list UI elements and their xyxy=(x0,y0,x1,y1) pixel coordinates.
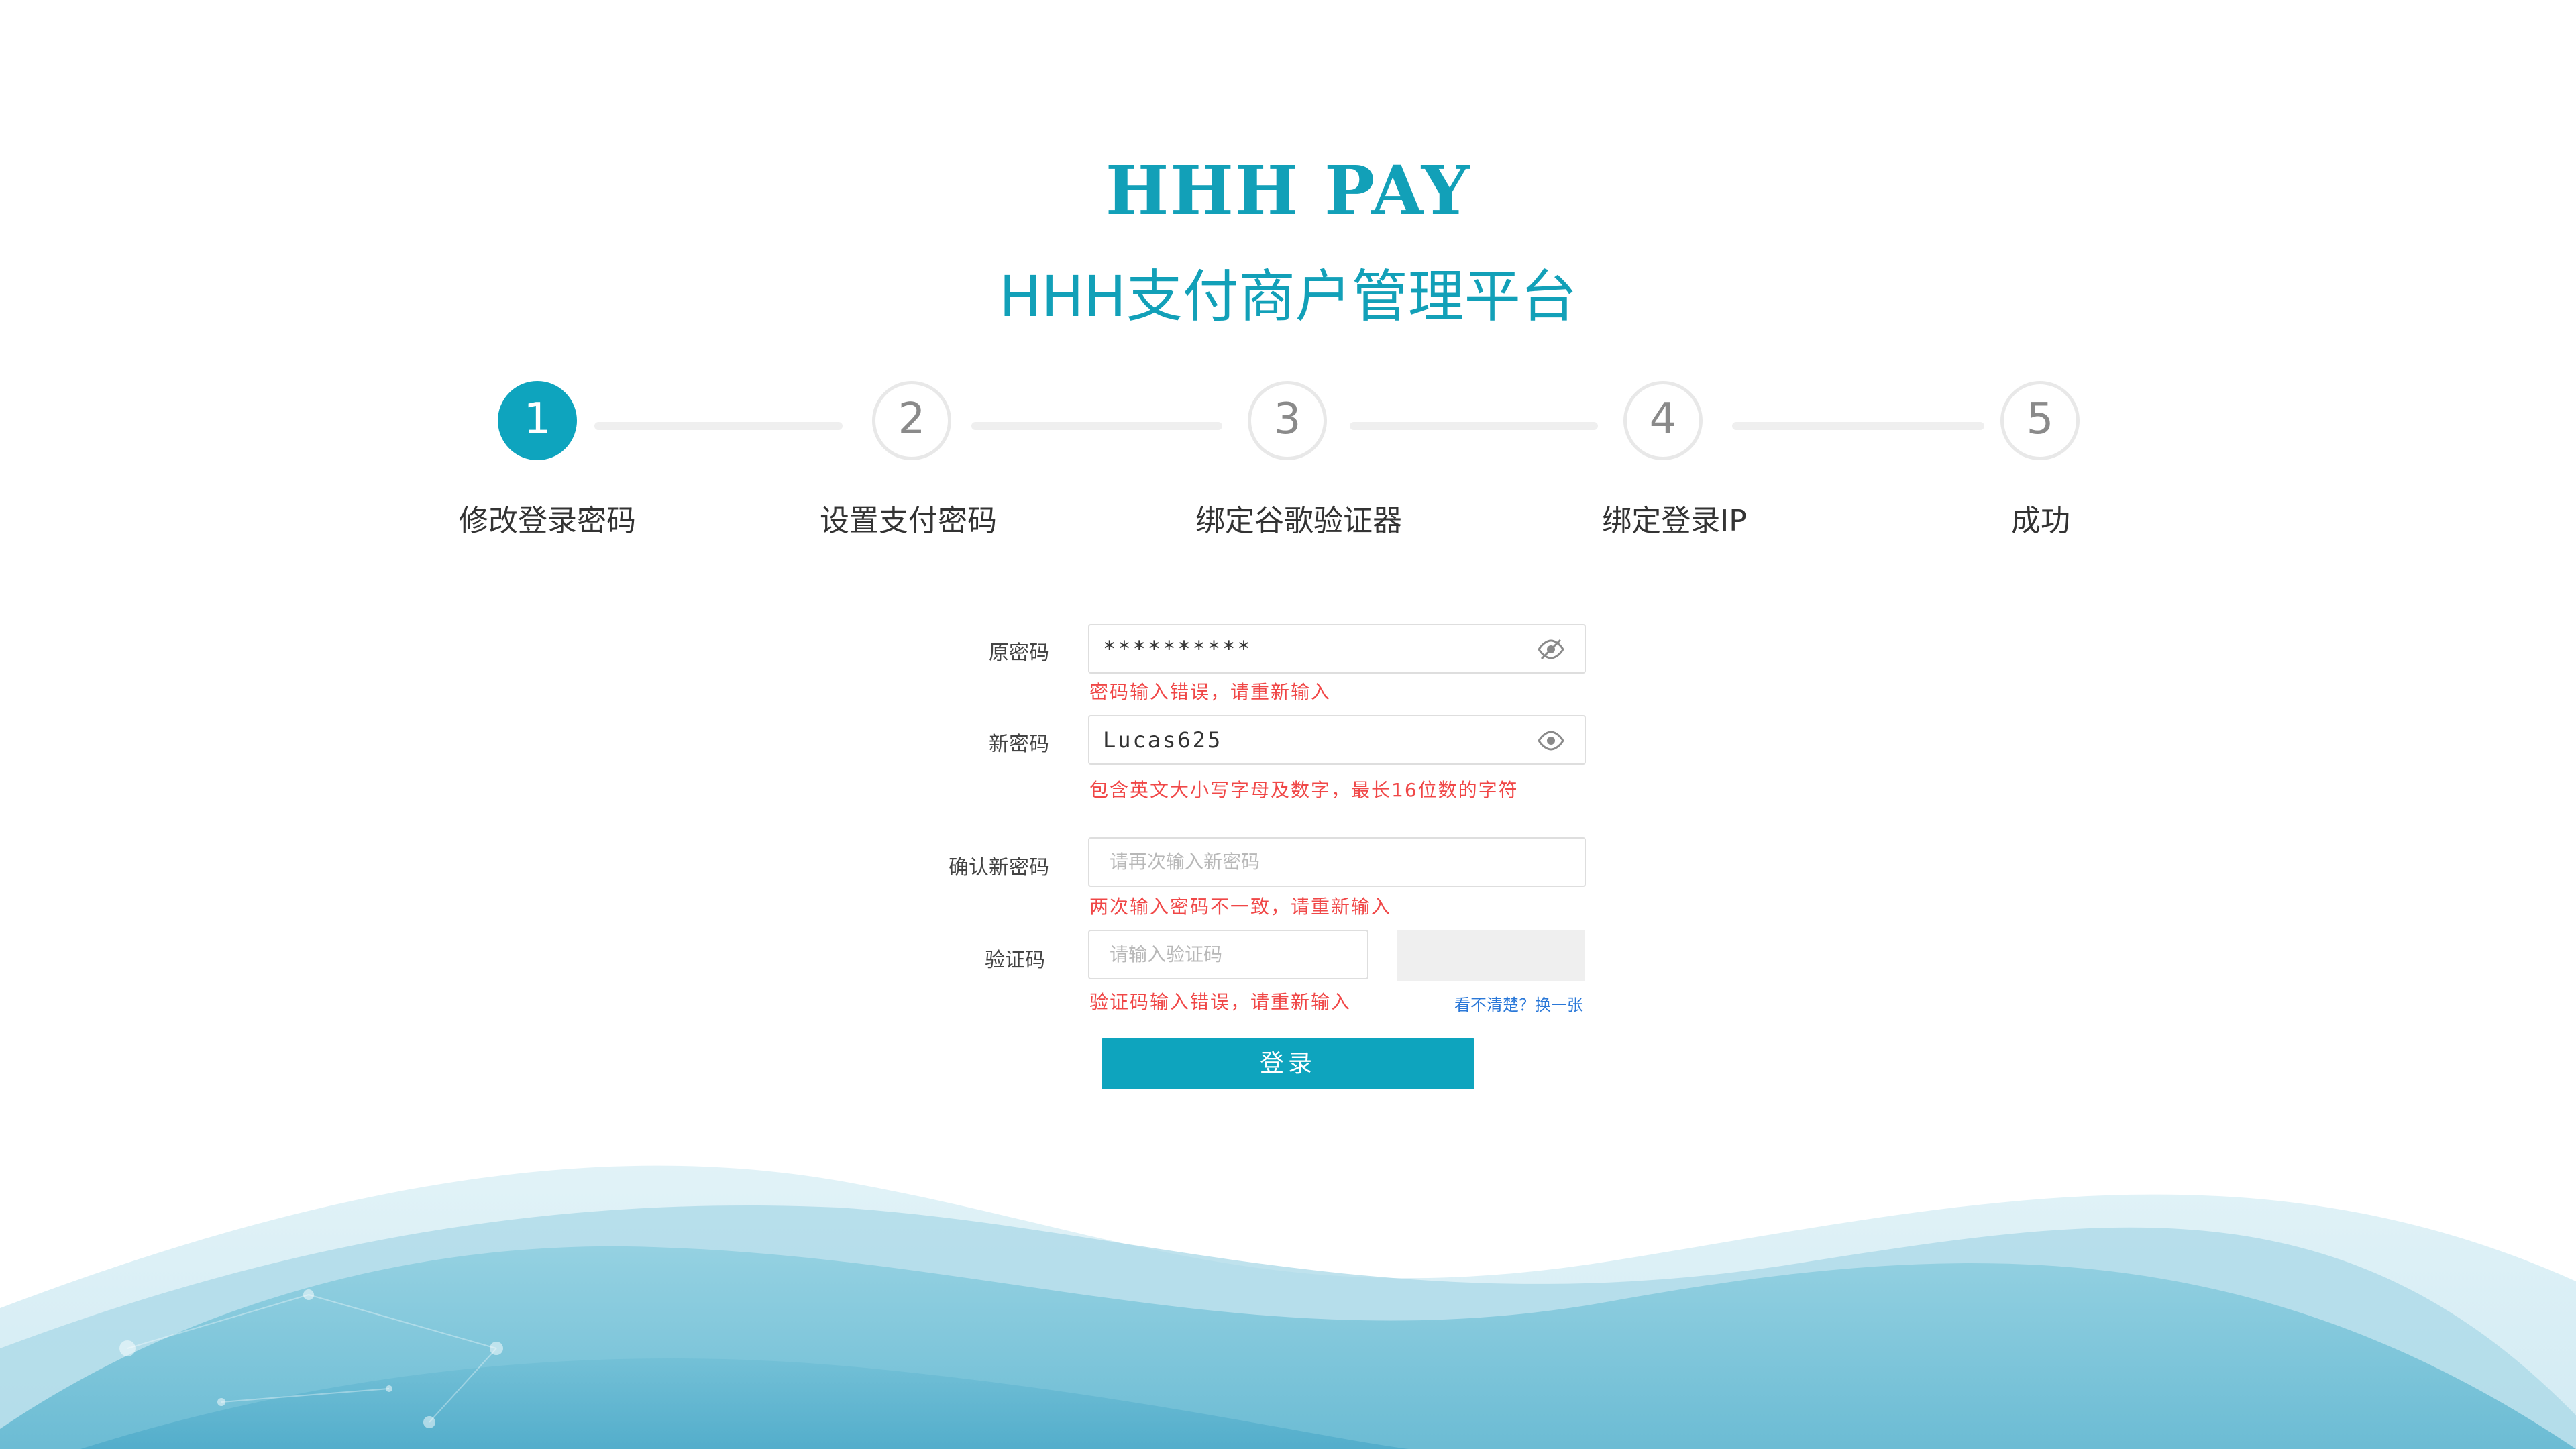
captcha-image[interactable] xyxy=(1397,930,1585,981)
captcha-label: 验证码 xyxy=(985,949,1045,972)
captcha-field[interactable]: 请输入验证码 xyxy=(1088,930,1368,979)
eye-off-icon[interactable] xyxy=(1536,637,1566,661)
captcha-error: 验证码输入错误，请重新输入 xyxy=(1089,991,1352,1013)
new-password-field[interactable]: Lucas625 xyxy=(1088,715,1586,765)
step-connector xyxy=(1350,422,1598,430)
step-4-indicator: 4 xyxy=(1623,381,1703,460)
old-password-error: 密码输入错误，请重新输入 xyxy=(1089,681,1332,703)
step-3-indicator: 3 xyxy=(1248,381,1327,460)
eye-icon[interactable] xyxy=(1536,729,1566,753)
captcha-placeholder: 请输入验证码 xyxy=(1110,943,1223,965)
new-password-value: Lucas625 xyxy=(1103,727,1223,753)
step-connector xyxy=(594,422,843,430)
step-connector xyxy=(971,422,1222,430)
step-4-label: 绑定登录IP xyxy=(1602,504,1747,538)
captcha-refresh-link[interactable]: 看不清楚？换一张 xyxy=(1422,991,1583,1015)
new-password-label: 新密码 xyxy=(989,733,1049,756)
new-password-hint: 包含英文大小写字母及数字，最长16位数的字符 xyxy=(1089,779,1519,801)
step-5-label: 成功 xyxy=(2011,504,2070,538)
step-1-indicator: 1 xyxy=(498,381,577,460)
step-2-indicator: 2 xyxy=(872,381,951,460)
step-2-label: 设置支付密码 xyxy=(820,504,997,538)
progress-stepper: 1 2 3 4 5 修改登录密码 设置支付密码 绑定谷歌验证器 绑定登录IP 成… xyxy=(0,0,2576,550)
confirm-password-label: 确认新密码 xyxy=(949,856,1049,879)
confirm-password-field[interactable]: 请再次输入新密码 xyxy=(1088,837,1586,887)
old-password-label: 原密码 xyxy=(989,641,1049,665)
login-button[interactable]: 登录 xyxy=(1102,1038,1474,1089)
step-3-label: 绑定谷歌验证器 xyxy=(1195,504,1402,538)
confirm-password-placeholder: 请再次输入新密码 xyxy=(1110,851,1260,873)
old-password-value: ********** xyxy=(1103,636,1252,661)
old-password-field[interactable]: ********** xyxy=(1088,624,1586,674)
step-1-label: 修改登录密码 xyxy=(459,504,636,538)
step-5-indicator: 5 xyxy=(2000,381,2080,460)
step-connector xyxy=(1732,422,1984,430)
confirm-password-error: 两次输入密码不一致，请重新输入 xyxy=(1089,896,1392,918)
